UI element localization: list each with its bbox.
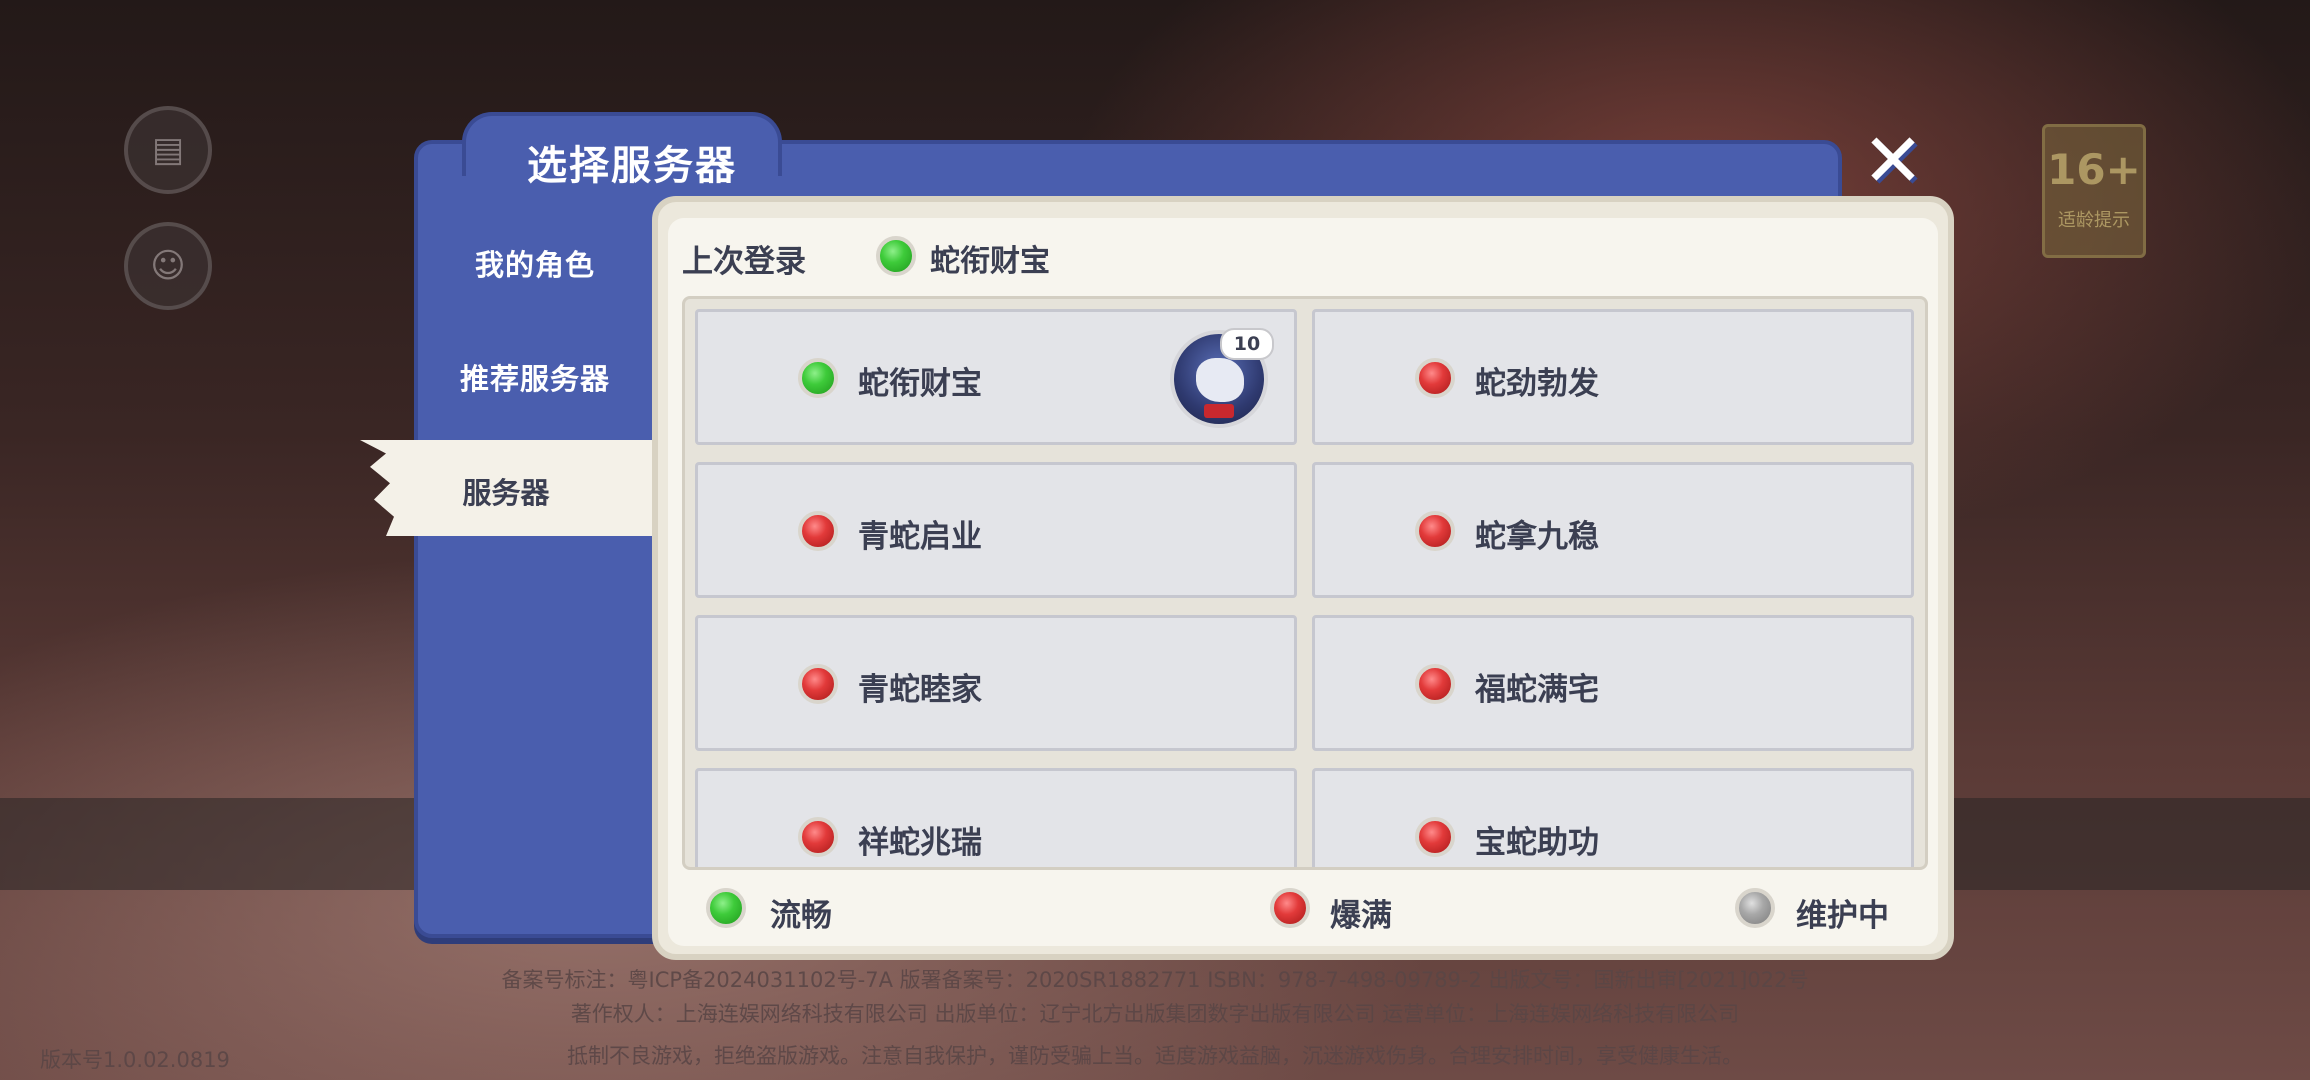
- tab-recommended-servers[interactable]: 推荐服务器: [420, 356, 650, 398]
- server-status-dot: [1415, 358, 1455, 398]
- server-item[interactable]: 青蛇睦家: [695, 615, 1297, 751]
- server-status-dot: [798, 511, 838, 551]
- server-name: 青蛇睦家: [858, 672, 982, 708]
- server-status-dot: [798, 358, 838, 398]
- legend-full-label: 爆满: [1330, 898, 1392, 934]
- server-name: 蛇拿九稳: [1475, 519, 1599, 555]
- server-status-dot: [1415, 664, 1455, 704]
- server-name: 蛇衔财宝: [858, 366, 982, 402]
- age-rating-number: 16+: [2047, 145, 2141, 194]
- server-status-dot: [1415, 817, 1455, 857]
- footer-line-3: 抵制不良游戏，拒绝盗版游戏。注意自我保护，谨防受骗上当。适度游戏益脑，沉迷游戏伤…: [567, 1044, 1743, 1068]
- server-item[interactable]: 蛇拿九稳: [1312, 462, 1914, 598]
- legend-status-dot: [1270, 888, 1310, 928]
- legend-status-dot: [706, 888, 746, 928]
- server-name: 福蛇满宅: [1475, 672, 1599, 708]
- server-item[interactable]: 青蛇启业: [695, 462, 1297, 598]
- server-item[interactable]: 祥蛇兆瑞: [695, 768, 1297, 867]
- tab-servers[interactable]: 服务器: [360, 440, 652, 536]
- legend-maintenance-label: 维护中: [1796, 898, 1889, 934]
- server-name: 青蛇启业: [858, 519, 982, 555]
- legend-status-dot: [1735, 888, 1775, 928]
- legend-smooth-label: 流畅: [770, 898, 832, 934]
- footer-line-2: 著作权人：上海连娱网络科技有限公司 出版单位：辽宁北方出版集团数字出版有限公司 …: [570, 1002, 1740, 1026]
- dialog-title: 选择服务器: [527, 143, 737, 189]
- server-status-dot: [798, 664, 838, 704]
- avatar-face: [1196, 358, 1244, 402]
- server-item[interactable]: 蛇劲勃发: [1312, 309, 1914, 445]
- age-rating-badge[interactable]: 16+ 适龄提示: [2042, 124, 2146, 258]
- age-rating-text: 适龄提示: [2058, 210, 2130, 231]
- friends-icon[interactable]: ☺: [124, 222, 212, 310]
- close-x-icon[interactable]: ✕: [1858, 124, 1928, 198]
- server-name: 祥蛇兆瑞: [858, 825, 982, 861]
- tab-servers-label: 服务器: [462, 476, 550, 510]
- tab-my-characters[interactable]: 我的角色: [420, 242, 650, 284]
- notice-icon[interactable]: ▤: [124, 106, 212, 194]
- footer-line-1: 备案号标注：粤ICP备2024031102号-7A 版署备案号：2020SR18…: [501, 968, 1809, 992]
- last-login-label: 上次登录: [682, 244, 806, 280]
- version-label: 版本号1.0.02.0819: [40, 1048, 230, 1072]
- last-login-status-dot: [876, 236, 916, 276]
- server-status-dot: [798, 817, 838, 857]
- server-list[interactable]: 蛇衔财宝 蛇劲勃发 青蛇启业 蛇拿九稳 青蛇睦家 福蛇满宅 祥蛇兆瑞 宝蛇助功: [682, 296, 1928, 870]
- last-login-server-name[interactable]: 蛇衔财宝: [930, 236, 1050, 280]
- server-item[interactable]: 福蛇满宅: [1312, 615, 1914, 751]
- server-name: 蛇劲勃发: [1475, 366, 1599, 402]
- server-name: 宝蛇助功: [1475, 825, 1599, 861]
- server-status-dot: [1415, 511, 1455, 551]
- server-item[interactable]: 宝蛇助功: [1312, 768, 1914, 867]
- character-level-badge: 10: [1220, 328, 1274, 360]
- avatar-scarf: [1204, 404, 1234, 418]
